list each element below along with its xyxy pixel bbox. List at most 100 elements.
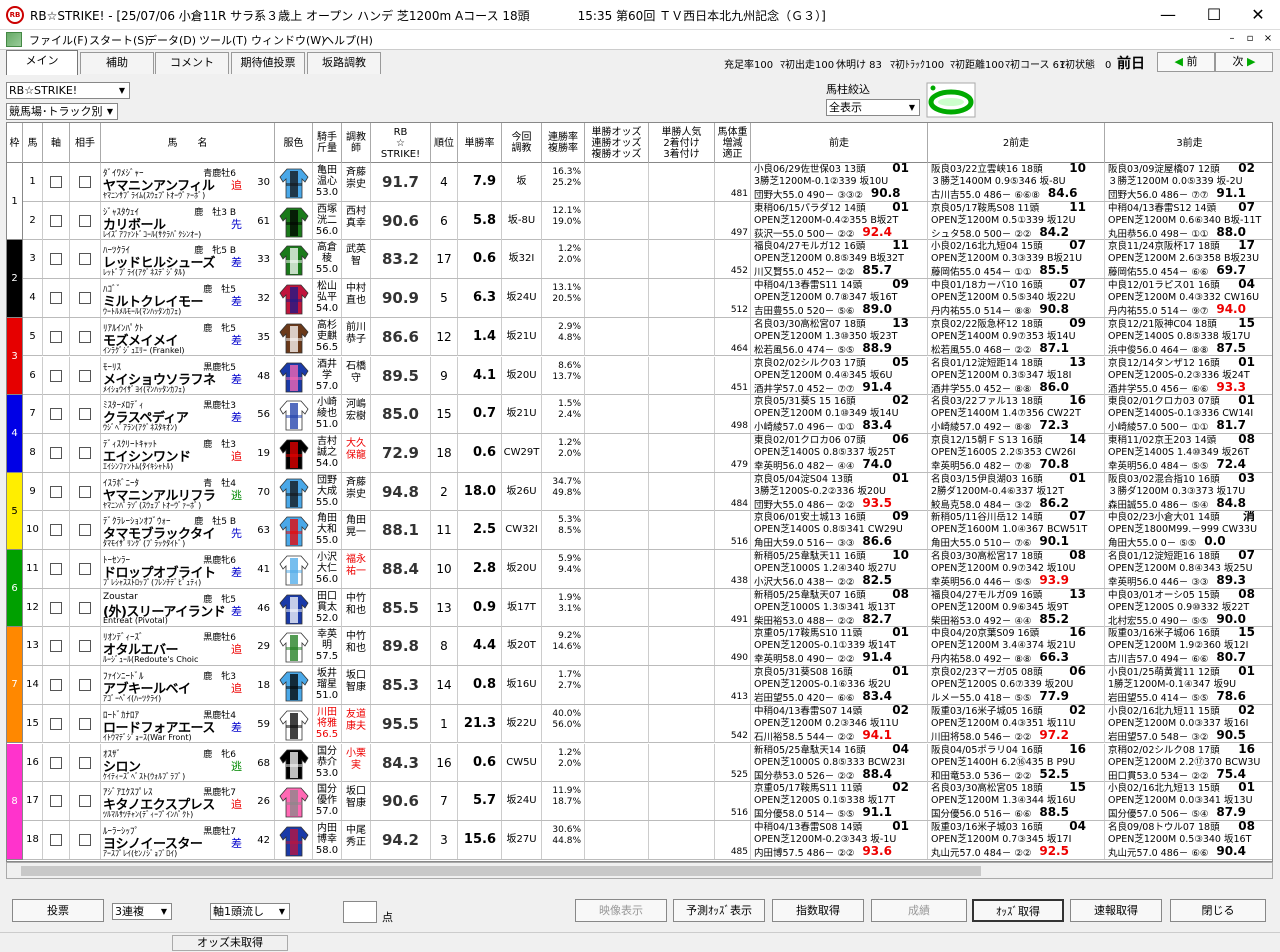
col-silk[interactable]: 服色 — [275, 123, 313, 163]
aite-checkbox[interactable] — [79, 369, 91, 382]
jiku-checkbox[interactable] — [50, 446, 62, 459]
jiku-checkbox[interactable] — [50, 717, 62, 730]
aite-checkbox[interactable] — [79, 795, 91, 808]
prev-race-p1[interactable]: 新稍05/25韋駄天07 16頭 08 OPEN芝1000S 1.3⑤341 坂… — [751, 588, 928, 627]
table-row[interactable]: 4 ﾊｺﾞﾞ 鹿 牡5 ミルトクレイモー 差 32 ｳｰﾄﾙﾒﾙﾓｰﾙ(ﾏﾝﾊｯ… — [7, 279, 1272, 318]
aite-checkbox[interactable] — [79, 640, 91, 653]
minimize-icon[interactable]: — — [1146, 0, 1190, 30]
col-place-rate[interactable]: 連勝率 複勝率 — [542, 123, 585, 163]
jiku-checkbox[interactable] — [50, 640, 62, 653]
prev-race-p2[interactable]: 京良12/15朝ＦＳ13 16頭 14 OPEN芝1600S 2.2⑤353 C… — [928, 433, 1105, 472]
prev-race-p2[interactable]: 名良03/30高松宮17 18頭 08 OPEN芝1200M 0.9⑦342 坂… — [928, 550, 1105, 588]
table-row[interactable]: 12 Zoustar 鹿 牝5 (外)スリーアイランド 差 46 Entreat… — [7, 588, 1272, 628]
aite-checkbox[interactable] — [79, 679, 91, 692]
table-row[interactable]: 3 ﾊｰﾂｸﾗｲ 鹿 牝5 B レッドヒルシューズ 差 33 ﾚｯﾄﾞﾌﾞﾗｲ(… — [7, 240, 1272, 280]
aite-checkbox[interactable] — [79, 601, 91, 614]
mdi-restore-icon[interactable]: ▫ — [1242, 31, 1258, 47]
predict-odds-button[interactable]: 予測ｵｯｽﾞ表示 — [673, 899, 765, 922]
prev-race-p2[interactable]: 福良04/27モルガ09 16頭 13 OPEN芝1200M 0.9⑥345 坂… — [928, 588, 1105, 627]
prev-race-p3[interactable]: 京良11/24京阪杯17 18頭 17 OPEN芝1200M 2.6③358 B… — [1105, 240, 1272, 278]
prev-race-p2[interactable]: 名良01/12淀短距14 18頭 13 OPEN芝1200M 0.3⑤347 坂… — [928, 356, 1105, 395]
prev-race-p1[interactable]: 中稍04/13春雷S11 14頭 09 OPEN芝1200M 0.7⑧347 坂… — [751, 279, 928, 318]
prev-race-p3[interactable]: 東良02/01クロカ03 07頭 01 OPEN芝1400S-0.1③336 C… — [1105, 395, 1272, 433]
prev-race-p2[interactable]: 京良05/17鞍馬S08 11頭 11 OPEN芝1200M 0.5①339 坂… — [928, 201, 1105, 240]
prev-race-p1[interactable]: 京重05/17鞍馬S10 11頭 01 OPEN芝1200S-0.1①339 坂… — [751, 627, 928, 666]
col-uma[interactable]: 馬 — [23, 123, 43, 163]
col-prev3[interactable]: 3前走 — [1105, 123, 1272, 163]
prev-race-p1[interactable]: 京良05/31葵S 15 16頭 02 OPEN芝1200M 0.1⑩349 坂… — [751, 395, 928, 434]
points-field[interactable] — [343, 901, 377, 923]
prev-race-p2[interactable]: 新稍05/11谷川岳12 14頭 07 OPEN芝1600M 1.0④367 B… — [928, 511, 1105, 550]
tab-expected-value[interactable]: 期待値投票 — [231, 52, 305, 74]
prev-race-p3[interactable]: 小良02/16北九短13 15頭 01 OPEN芝1200M 0.0③341 坂… — [1105, 782, 1272, 820]
prev-race-p2[interactable]: 中良01/18カーバ10 16頭 07 OPEN芝1200M 0.5⑤340 坂… — [928, 279, 1105, 318]
tab-comment[interactable]: コメント — [155, 52, 229, 74]
horse-name-cell[interactable]: ﾃﾞｸﾗﾚｰｼｮﾝｵﾌﾞｳｫｰ 鹿 牡5 B タマモブラックタイ 先 63 ﾀﾏ… — [101, 511, 275, 550]
col-prev2[interactable]: 2前走 — [928, 123, 1105, 163]
video-button[interactable]: 映像表示 — [575, 899, 667, 922]
col-aite[interactable]: 相手 — [70, 123, 101, 163]
table-row[interactable]: 11 ﾄｰｾﾝﾗｰ 黒鹿牝6 ドロップオブライト 差 41 ﾌﾟﾚｼｬｽｽﾄﾛｯ… — [7, 550, 1272, 589]
aite-checkbox[interactable] — [79, 485, 91, 498]
prev-race-p3[interactable]: 阪重03/16米子城06 16頭 15 OPEN芝1200M 1.9②360 坂… — [1105, 627, 1272, 665]
horse-name-cell[interactable]: Zoustar 鹿 牝5 (外)スリーアイランド 差 46 Entreat (P… — [101, 588, 275, 627]
horse-name-cell[interactable]: ﾛｰﾄﾞｶﾅﾛｱ 黒鹿牡4 ロードフォアエース 差 59 ｲﾄｳﾏﾃﾞｼﾞｮｰｽ… — [101, 704, 275, 743]
col-win-rate[interactable]: 単勝率 — [458, 123, 502, 163]
prev-race-p1[interactable]: 新稍05/25韋駄天11 16頭 10 OPEN芝1000S 1.2④340 坂… — [751, 550, 928, 588]
system-select[interactable]: RB☆STRIKE! ▼ — [6, 82, 130, 99]
prev-race-p2[interactable]: 京良02/23マーガ05 08頭 06 OPEN芝1200S 0.6⑦339 坂… — [928, 666, 1105, 705]
prev-race-p2[interactable]: 名良03/22ファル13 18頭 16 OPEN芝1400M 1.4⑦356 C… — [928, 395, 1105, 434]
prev-race-p2[interactable]: 中良04/20京葉S09 16頭 16 OPEN芝1200M 3.4④374 坂… — [928, 627, 1105, 666]
col-jiku[interactable]: 軸 — [43, 123, 70, 163]
horse-name-cell[interactable]: ﾀﾞｲﾜﾒｼﾞｬｰ 青鹿牡6 ヤマニンアンフィル 追 30 ﾔﾏﾆﾝｻﾌﾞﾗｲﾑ… — [101, 163, 275, 201]
mdi-close-icon[interactable]: × — [1260, 31, 1276, 47]
horse-name-cell[interactable]: ｵｽｻﾞ 鹿 牝6 シロン 逃 68 ｹｲﾃｨｰｽﾞﾍﾞｽﾄ(ｳｫﾙﾌﾞﾗﾌﾞ) — [101, 743, 275, 782]
jiku-checkbox[interactable] — [50, 524, 62, 537]
prev-race-p2[interactable]: 阪重03/16米子城05 16頭 02 OPEN芝1200M 0.4③351 坂… — [928, 704, 1105, 743]
aite-checkbox[interactable] — [79, 833, 91, 846]
prev-race-p1[interactable]: 名良03/30高松宮07 18頭 13 OPEN芝1200M 1.3⑩350 坂… — [751, 317, 928, 356]
table-row[interactable]: 16 ｵｽｻﾞ 鹿 牝6 シロン 逃 68 ｹｲﾃｨｰｽﾞﾍﾞｽﾄ(ｳｫﾙﾌﾞﾗ… — [7, 743, 1272, 783]
prev-race-p2[interactable]: 阪良03/22立雲峡16 18頭 10 ３勝芝1400M 0.9⑤346 坂-8… — [928, 163, 1105, 201]
tab-support[interactable]: 補助 — [80, 52, 154, 74]
col-rb-strike[interactable]: RB ☆ STRIKE! — [371, 123, 431, 163]
close-button[interactable]: 閉じる — [1170, 899, 1266, 922]
prev-race-p1[interactable]: 福良04/27モルガ12 16頭 11 OPEN芝1200M 0.8⑤349 B… — [751, 240, 928, 279]
aite-checkbox[interactable] — [79, 214, 91, 227]
horse-name-cell[interactable]: ﾌｧｲﾝﾆｰﾄﾞﾙ 鹿 牝3 アブキールベイ 追 18 ｱｺﾞｰﾍﾟｲ(ﾊｰﾂｸ… — [101, 666, 275, 705]
col-rank[interactable]: 順位 — [431, 123, 458, 163]
table-row[interactable]: 9 ｲｽﾗﾎﾞﾆｰﾀ 青 牡4 ヤマニンアルリフラ 逃 70 ﾔﾏﾆﾝﾊﾟﾗｿﾞ… — [7, 472, 1272, 512]
speed-fetch-button[interactable]: 速報取得 — [1070, 899, 1162, 922]
prev-race-p3[interactable]: 小良02/16北九短11 15頭 02 OPEN芝1200M 0.0③337 坂… — [1105, 705, 1272, 743]
prev-race-p3[interactable]: 中稍04/13春雷S12 14頭 07 OPEN芝1200M 0.6⑥340 B… — [1105, 202, 1272, 240]
col-body-weight[interactable]: 馬体重 増減 適正 — [715, 123, 751, 163]
table-row[interactable]: 13 ﾘｵﾝﾃﾞｨｰｽﾞ 黒鹿牡6 オタルエバー 追 29 ﾙｰｼﾞｭｰﾙ(Re… — [7, 627, 1272, 667]
horse-name-cell[interactable]: ﾘｵﾝﾃﾞｨｰｽﾞ 黒鹿牡6 オタルエバー 追 29 ﾙｰｼﾞｭｰﾙ(Redou… — [101, 627, 275, 666]
prev-race-p3[interactable]: 中良02/23小倉大01 14頭 消 OPEN芝1800M99.－999 CW3… — [1105, 511, 1272, 549]
horizontal-scrollbar[interactable] — [6, 862, 1273, 879]
vote-button[interactable]: 投票 — [12, 899, 104, 922]
mdi-child-icon[interactable] — [6, 32, 22, 47]
prev-race-p3[interactable]: 小良01/25萌黄賞11 12頭 01 1勝芝1200M-0.1④347 坂9U… — [1105, 666, 1272, 704]
horse-name-cell[interactable]: ﾊｰﾂｸﾗｲ 鹿 牝5 B レッドヒルシューズ 差 33 ﾚｯﾄﾞﾌﾞﾗｲ(ｱｸ… — [101, 240, 275, 279]
horse-name-cell[interactable]: ｲｽﾗﾎﾞﾆｰﾀ 青 牡4 ヤマニンアルリフラ 逃 70 ﾔﾏﾆﾝﾊﾟﾗｿﾞ(ｽ… — [101, 472, 275, 511]
aite-checkbox[interactable] — [79, 292, 91, 305]
col-waku[interactable]: 枠 — [7, 123, 23, 163]
prev-race-p3[interactable]: 中良12/01ラピス01 16頭 04 OPEN芝1200M 0.4③332 C… — [1105, 279, 1272, 317]
prev-race-p3[interactable]: 東稍11/02京王203 14頭 08 OPEN芝1400S 1.4⑩349 坂… — [1105, 434, 1272, 472]
prev-race-p2[interactable]: 名良03/30高松宮05 18頭 15 OPEN芝1200M 1.3④344 坂… — [928, 782, 1105, 821]
prev-race-p3[interactable]: 京良12/21阪神C04 18頭 15 OPEN芝1400S 0.8⑤338 坂… — [1105, 318, 1272, 356]
aite-checkbox[interactable] — [79, 253, 91, 266]
col-jockey[interactable]: 騎手 斤量 — [313, 123, 342, 163]
scrollbar-thumb[interactable] — [21, 866, 981, 876]
prev-race-p1[interactable]: 京重05/17鞍馬S11 11頭 02 OPEN芝1200S 0.1⑤338 坂… — [751, 782, 928, 821]
prev-race-p3[interactable]: 名良09/08トウル07 18頭 08 OPEN芝1200M 0.5③340 坂… — [1105, 821, 1272, 859]
col-prev1[interactable]: 前走 — [751, 123, 928, 163]
jiku-checkbox[interactable] — [50, 756, 62, 769]
prev-race-p1[interactable]: 京良02/02シルク03 17頭 05 OPEN芝1200M 0.4④345 坂… — [751, 356, 928, 395]
aite-checkbox[interactable] — [79, 563, 91, 575]
jiku-checkbox[interactable] — [50, 214, 62, 227]
col-odds[interactable]: 単勝オッズ 連勝オッズ 複勝オッズ — [585, 123, 649, 163]
prev-race-p1[interactable]: 京良05/31葵S08 16頭 01 OPEN芝1200S-0.1⑥336 坂2… — [751, 666, 928, 705]
index-fetch-button[interactable]: 指数取得 — [772, 899, 864, 922]
